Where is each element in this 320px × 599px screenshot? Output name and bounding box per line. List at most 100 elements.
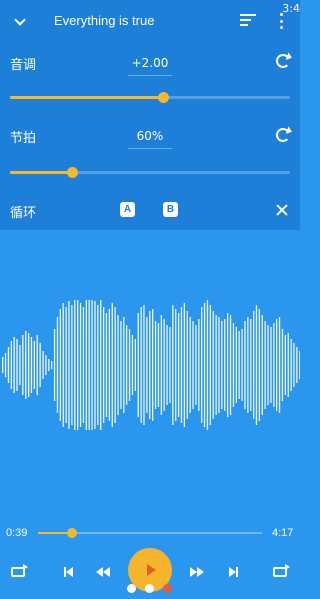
tempo-reset-icon[interactable]	[276, 128, 290, 142]
progress-bar[interactable]	[38, 528, 262, 538]
waveform-bar	[103, 307, 105, 423]
pitch-value[interactable]: +2.00	[128, 56, 172, 76]
waveform-bar	[221, 321, 223, 409]
waveform-bar	[250, 319, 252, 411]
loop-a-button[interactable]: A	[120, 202, 135, 217]
tempo-slider-fill	[10, 171, 72, 174]
settings-panel: 音调 +2.00 节拍 60% 循环 A B	[0, 44, 300, 230]
waveform-bar	[178, 313, 180, 417]
waveform-bar	[88, 300, 90, 430]
waveform-bar	[224, 319, 226, 411]
tempo-label: 节拍	[10, 131, 37, 146]
waveform-bar	[77, 300, 79, 430]
waveform-bar	[94, 301, 96, 429]
waveform-bar	[209, 305, 211, 425]
loop-b-button[interactable]: B	[163, 202, 178, 217]
shuffle-icon	[273, 564, 290, 577]
waveform-bar	[160, 315, 162, 415]
waveform-bar	[59, 309, 61, 421]
pitch-slider[interactable]	[10, 92, 290, 103]
waveform-bar	[65, 307, 67, 423]
waveform-bar	[16, 339, 18, 391]
repeat-button[interactable]	[9, 564, 28, 580]
waveform[interactable]	[0, 300, 300, 430]
waveform-bar	[195, 325, 197, 405]
page-dot-active	[163, 584, 172, 593]
waveform-bar	[22, 335, 24, 395]
next-button[interactable]	[225, 564, 241, 580]
waveform-bar	[296, 347, 298, 383]
fast-forward-button[interactable]	[188, 564, 206, 580]
waveform-bar	[255, 305, 258, 425]
waveform-bar	[10, 341, 12, 389]
tempo-slider-thumb[interactable]	[66, 167, 78, 178]
waveform-bar	[238, 331, 240, 399]
waveform-bar	[140, 307, 142, 423]
pitch-slider-thumb[interactable]	[157, 92, 169, 103]
waveform-bar	[39, 343, 41, 387]
waveform-bar	[91, 300, 93, 430]
waveform-bar	[25, 331, 27, 399]
total-time: 4:17	[272, 527, 294, 539]
waveform-bar	[137, 313, 139, 417]
waveform-bar	[56, 317, 59, 413]
waveform-bar	[186, 311, 188, 419]
playlist-icon	[240, 14, 256, 16]
waveform-bar	[270, 327, 272, 403]
waveform-bar	[82, 307, 85, 423]
pitch-reset-icon[interactable]	[276, 54, 290, 68]
waveform-bar	[13, 337, 15, 393]
waveform-bar	[53, 329, 56, 401]
waveform-bar	[180, 307, 183, 423]
close-icon[interactable]	[276, 204, 288, 216]
shuffle-button[interactable]	[271, 564, 290, 580]
waveform-bar	[36, 335, 38, 395]
waveform-bar	[134, 339, 136, 391]
waveform-bar	[146, 317, 148, 413]
waveform-bar	[51, 361, 53, 369]
previous-button[interactable]	[60, 564, 76, 580]
progress-thumb[interactable]	[67, 528, 78, 538]
rewind-icon	[96, 567, 103, 577]
chevron-down-icon	[14, 14, 26, 26]
waveform-bar	[192, 321, 194, 409]
pitch-slider-fill	[10, 96, 163, 99]
collapse-button[interactable]	[10, 12, 30, 32]
waveform-bar	[267, 325, 269, 405]
waveform-bar	[108, 309, 110, 421]
loop-label: 循环	[10, 206, 37, 221]
status-clock: 3:4	[282, 2, 300, 15]
waveform-bar	[166, 325, 168, 405]
waveform-bar	[232, 323, 235, 407]
tempo-slider[interactable]	[10, 167, 290, 178]
skip-next-icon	[228, 567, 236, 577]
waveform-bar	[281, 329, 284, 401]
waveform-bar	[68, 301, 70, 429]
waveform-bar	[163, 319, 165, 411]
waveform-bar	[276, 319, 278, 411]
overflow-menu-button[interactable]	[280, 13, 284, 29]
waveform-bar	[100, 300, 102, 430]
waveform-bar	[235, 327, 237, 403]
playlist-button[interactable]	[240, 14, 256, 28]
waveform-bar	[62, 303, 64, 427]
page-indicator	[127, 584, 172, 593]
waveform-bar	[227, 313, 229, 417]
waveform-bar	[30, 337, 33, 393]
repeat-icon	[11, 564, 28, 577]
rewind-button[interactable]	[94, 564, 112, 580]
waveform-bar	[126, 325, 128, 405]
top-bar: Everything is true 3:4	[0, 0, 300, 44]
waveform-bar	[261, 315, 263, 415]
waveform-bar	[117, 315, 119, 415]
waveform-bar	[19, 345, 21, 385]
waveform-bar	[273, 323, 275, 407]
fast-forward-icon	[190, 567, 197, 577]
waveform-bar	[247, 317, 249, 413]
play-icon	[147, 564, 156, 576]
waveform-bar	[218, 317, 220, 413]
waveform-bar	[253, 311, 255, 419]
waveform-bar	[28, 333, 30, 397]
tempo-value[interactable]: 60%	[128, 129, 172, 149]
song-title: Everything is true	[54, 13, 155, 28]
